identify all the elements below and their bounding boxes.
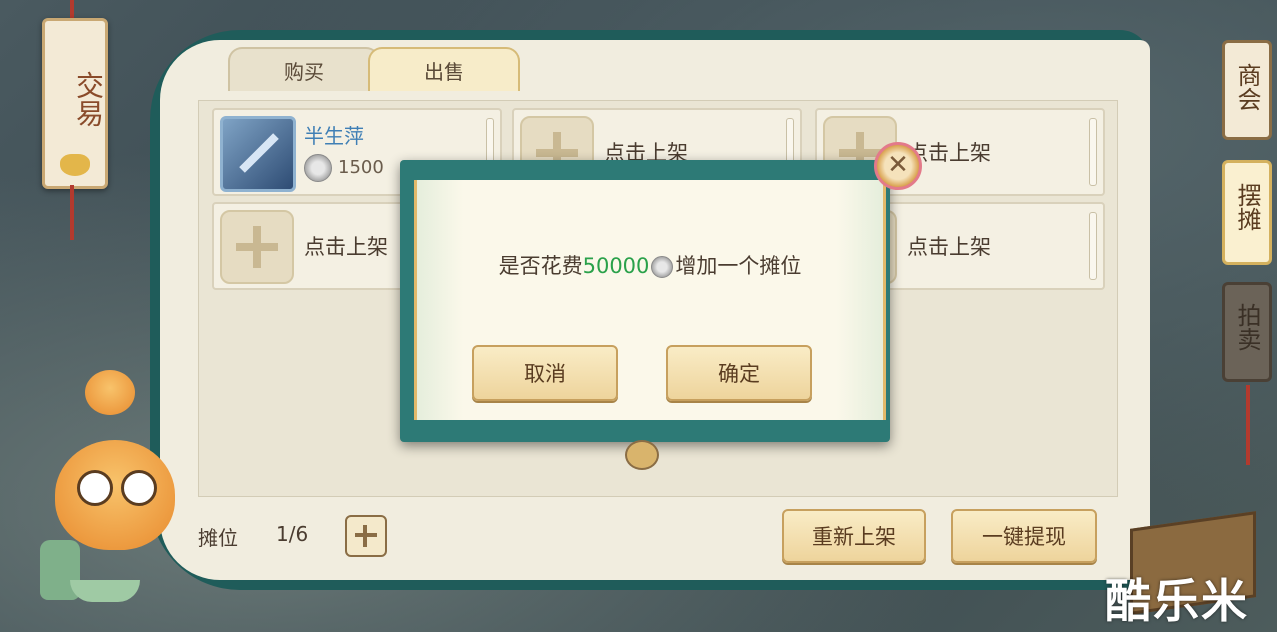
silver-coin-icon [651,256,674,278]
mascot-eye [121,470,157,506]
banner-string [70,0,74,20]
tab-buy[interactable]: 购买 [228,47,380,91]
tab-sell[interactable]: 出售 [368,47,520,91]
withdraw-all-button-label: 一键提现 [982,525,1066,549]
weapon-item-icon [220,116,296,192]
item-price: 1500 [304,154,384,182]
add-stall-button[interactable] [345,515,387,557]
watermark-logo: 酷乐米 [1105,574,1249,628]
dialog-amount: 50000 [582,254,650,278]
side-tab-stall-label: 摆摊 [1233,183,1261,231]
small-bird-mascot [85,370,135,415]
dialog-message-prefix: 是否花费 [498,254,583,278]
trade-banner-title: 交易 [72,71,105,127]
cancel-button-label: 取消 [524,362,566,386]
tab-buy-label: 购买 [284,59,324,84]
dialog-message: 是否花费50000 增加一个摊位 [414,250,886,280]
slot-label: 点击上架 [907,235,991,259]
banner-tassel [70,185,74,240]
mascot-eye [77,470,113,506]
side-tassel [1246,385,1250,465]
confirm-button[interactable]: 确定 [666,345,812,401]
slot-scrollbar [1089,212,1097,280]
stall-label: 摊位 [198,526,238,550]
cancel-button[interactable]: 取消 [472,345,618,401]
item-price-value: 1500 [338,157,384,178]
withdraw-all-button[interactable]: 一键提现 [951,509,1097,563]
relist-button-label: 重新上架 [812,525,896,549]
side-tab-stall[interactable]: 摆摊 [1222,160,1272,265]
slot-scrollbar [1089,118,1097,186]
stall-count: 1/6 [276,522,309,546]
silver-coin-icon [304,154,332,182]
dialog-message-suffix: 增加一个摊位 [675,254,802,278]
bird-mascot [55,440,175,550]
gold-ingot-icon [60,154,90,176]
bowl-decoration [70,580,140,602]
side-tab-commerce[interactable]: 商会 [1222,40,1272,140]
bell-ornament-icon [625,440,659,470]
side-tab-auction[interactable]: 拍卖 [1222,282,1272,382]
add-icon [220,210,294,284]
tab-sell-label: 出售 [424,59,464,84]
confirm-button-label: 确定 [718,362,760,386]
close-icon[interactable]: ✕ [874,142,922,190]
slot-label: 点击上架 [304,235,388,259]
relist-button[interactable]: 重新上架 [782,509,926,563]
side-tab-auction-label: 拍卖 [1233,303,1261,351]
side-tab-commerce-label: 商会 [1233,63,1261,111]
item-name: 半生萍 [304,124,364,148]
trade-banner: 交易 [42,18,108,189]
